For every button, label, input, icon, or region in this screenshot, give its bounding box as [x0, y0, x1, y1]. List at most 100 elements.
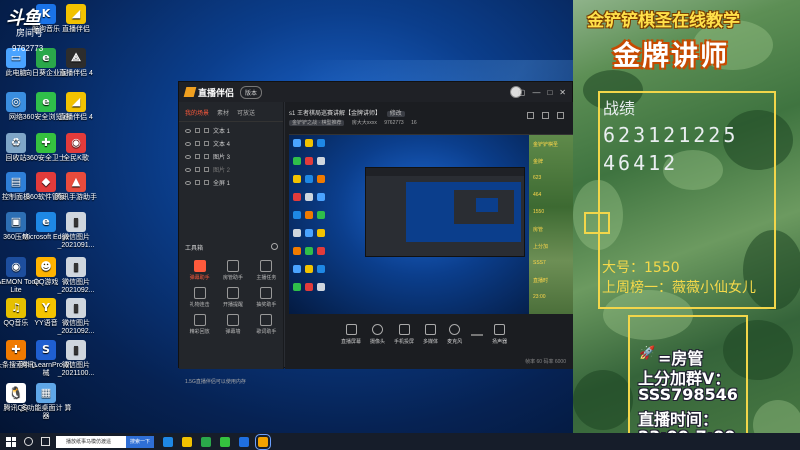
- toolbar-button[interactable]: 手机投屏: [394, 324, 414, 345]
- eye-icon[interactable]: [185, 141, 191, 146]
- preview-overlay-text: 23:00: [533, 294, 546, 300]
- app-titlebar[interactable]: 直播伴侣 版本 ▢ — □ ✕: [179, 82, 572, 102]
- cortana-icon[interactable]: [24, 437, 33, 446]
- preview-desktop-icon: [317, 157, 325, 165]
- group-id: SSS798546: [638, 385, 738, 404]
- 360-browser-icon[interactable]: [201, 436, 212, 447]
- edge-icon[interactable]: [163, 436, 174, 447]
- desktop-icon-wechat-img-4-icon: ▮: [66, 340, 86, 360]
- app-version-badge[interactable]: 版本: [240, 85, 263, 99]
- preview-desktop-icon: [305, 247, 313, 255]
- stream-title-text[interactable]: s1 王者棋局巡赛讲解【金牌讲师】: [289, 111, 381, 117]
- toolbar-button[interactable]: 直播屏幕: [341, 324, 361, 345]
- toolbar-button[interactable]: 多媒体: [423, 324, 438, 345]
- eye-icon[interactable]: [185, 128, 191, 133]
- lock-icon[interactable]: [195, 128, 200, 133]
- desktop-icon-chrome[interactable]: ◉ 全民K歌: [48, 133, 104, 163]
- desktop-icon-tt-game[interactable]: ▲ 腾讯手游助手: [48, 172, 104, 202]
- preview-overlay-panel: 金铲铲棋圣 金牌 623 464 1550 房管 上分加 SSS7 直播时 23:00: [529, 135, 574, 314]
- tab-available[interactable]: 可放送: [237, 108, 255, 117]
- desktop-icon-wechat-img-2[interactable]: ▮ 微信图片 _2021092...: [48, 257, 104, 295]
- store-icon[interactable]: [239, 436, 250, 447]
- menu-icon[interactable]: ▢: [518, 88, 526, 97]
- toolbar-button[interactable]: 扬声器: [492, 324, 507, 345]
- desktop-icon-label: 全民K歌: [63, 155, 89, 162]
- stream-preview[interactable]: 金铲铲棋圣 金牌 623 464 1550 房管 上分加 SSS7 直播时 23:00: [289, 134, 574, 314]
- tool-button[interactable]: 精彩回放: [183, 314, 216, 335]
- scene-item[interactable]: 文本 1: [185, 124, 277, 137]
- category-pill[interactable]: 金铲铲之战 · 棋型推荐: [289, 120, 345, 126]
- eye-icon[interactable]: [185, 154, 191, 159]
- tool-button[interactable]: 抽奖助手: [250, 287, 283, 308]
- tool-button[interactable]: 弹幕助手: [183, 260, 216, 281]
- preview-nested-app: [365, 167, 525, 257]
- preview-desktop-icon: [317, 211, 325, 219]
- tool-button[interactable]: 歌词助手: [250, 314, 283, 335]
- minimize-icon[interactable]: —: [532, 88, 540, 97]
- maximize-icon[interactable]: □: [547, 88, 552, 97]
- preview-overlay-text: SSS7: [533, 260, 546, 266]
- folder-icon[interactable]: [182, 436, 193, 447]
- eye-icon[interactable]: [185, 180, 191, 185]
- preview-overlay-text: 直播时: [533, 278, 549, 284]
- preview-overlay-text: 464: [533, 192, 542, 198]
- lock-icon[interactable]: [195, 180, 200, 185]
- desktop-icon-wechat-img-1[interactable]: ▮ 微信图片 _2021091...: [48, 212, 104, 250]
- task-view-icon[interactable]: [41, 437, 50, 446]
- lock-icon[interactable]: [195, 167, 200, 172]
- 360-guard-icon[interactable]: [220, 436, 231, 447]
- toolbar-label: 麦克风: [447, 339, 463, 345]
- tool-button[interactable]: 礼物连击: [183, 287, 216, 308]
- tool-button[interactable]: 开播提醒: [216, 287, 249, 308]
- tab-my-scenes[interactable]: 我的场景: [185, 108, 209, 117]
- tools-settings-icon[interactable]: [271, 243, 278, 250]
- preview-desktop-icon: [317, 193, 325, 201]
- tool-icon: [193, 287, 206, 299]
- preview-nested-desktop: [406, 182, 521, 242]
- desktop-icon-live-4b[interactable]: ◢ 直播伴侣 4: [48, 92, 104, 122]
- preview-desktop-icon: [317, 139, 325, 147]
- lock-icon[interactable]: [542, 112, 549, 119]
- tool-label: 抽奖助手: [256, 302, 277, 308]
- toolbar-icon: [398, 324, 410, 335]
- taskbar-search-button[interactable]: 搜索一下: [126, 435, 155, 448]
- desktop-icon-chrome-icon: ◉: [66, 133, 86, 153]
- lock-icon[interactable]: [195, 154, 200, 159]
- room-number-label: 房间号: [16, 28, 44, 38]
- scene-item[interactable]: 文本 4: [185, 137, 277, 150]
- toolbar-label: 扬声器: [492, 339, 508, 345]
- scene-item[interactable]: 图片 3: [185, 150, 277, 163]
- toolbar-button[interactable]: 摄像头: [370, 324, 385, 345]
- tool-button[interactable]: 主播任务: [250, 260, 283, 281]
- eye-icon[interactable]: [185, 167, 191, 172]
- desktop-icon-wechat-img-2-icon: ▮: [66, 257, 86, 277]
- toolbar-button[interactable]: 麦克风: [447, 324, 462, 345]
- desktop-icon-wechat-img-3[interactable]: ▮ 微信图片 _2021092...: [48, 298, 104, 336]
- desktop-icon-wechat-img-1-icon: ▮: [66, 212, 86, 232]
- desktop-icon-wechat-img-3-icon: ▮: [66, 298, 86, 318]
- start-icon[interactable]: [6, 436, 16, 447]
- tool-icon: [226, 287, 239, 299]
- desktop-icon-wechat-img-4[interactable]: ▮ 微信图片 _2021100...: [48, 340, 104, 378]
- lock-icon[interactable]: [195, 141, 200, 146]
- close-icon[interactable]: ✕: [559, 88, 566, 97]
- edit-title-button[interactable]: 修改: [386, 111, 405, 117]
- preview-overlay-text: 上分加: [533, 244, 549, 250]
- tool-button[interactable]: 房管助手: [216, 260, 249, 281]
- desktop-icon-multi-desktop[interactable]: ▦ 多功能桌面计 算器: [18, 383, 74, 421]
- live-partner-taskbar-icon[interactable]: [255, 433, 272, 450]
- scene-item[interactable]: 图片 2: [185, 163, 277, 176]
- tab-materials[interactable]: 素材: [217, 108, 229, 117]
- tool-icon: [260, 287, 273, 299]
- desktop-icon-label: 直播伴侣 4: [59, 114, 93, 121]
- taskbar-search-input[interactable]: 播放纸事马模仿渡遥: [56, 435, 126, 448]
- scene-item[interactable]: 全屏 1: [185, 176, 277, 189]
- mic-volume-slider[interactable]: [471, 334, 484, 336]
- preview-overlay-text: 房管: [533, 227, 544, 233]
- tool-button[interactable]: 弹幕墙: [216, 314, 249, 335]
- preview-desktop-icon: [293, 247, 301, 255]
- settings-icon[interactable]: [557, 112, 564, 119]
- gift-icon[interactable]: [527, 112, 534, 119]
- last-week-top: 上周榜一：薇薇小仙女儿: [602, 280, 756, 296]
- preview-desktop-icon: [305, 229, 313, 237]
